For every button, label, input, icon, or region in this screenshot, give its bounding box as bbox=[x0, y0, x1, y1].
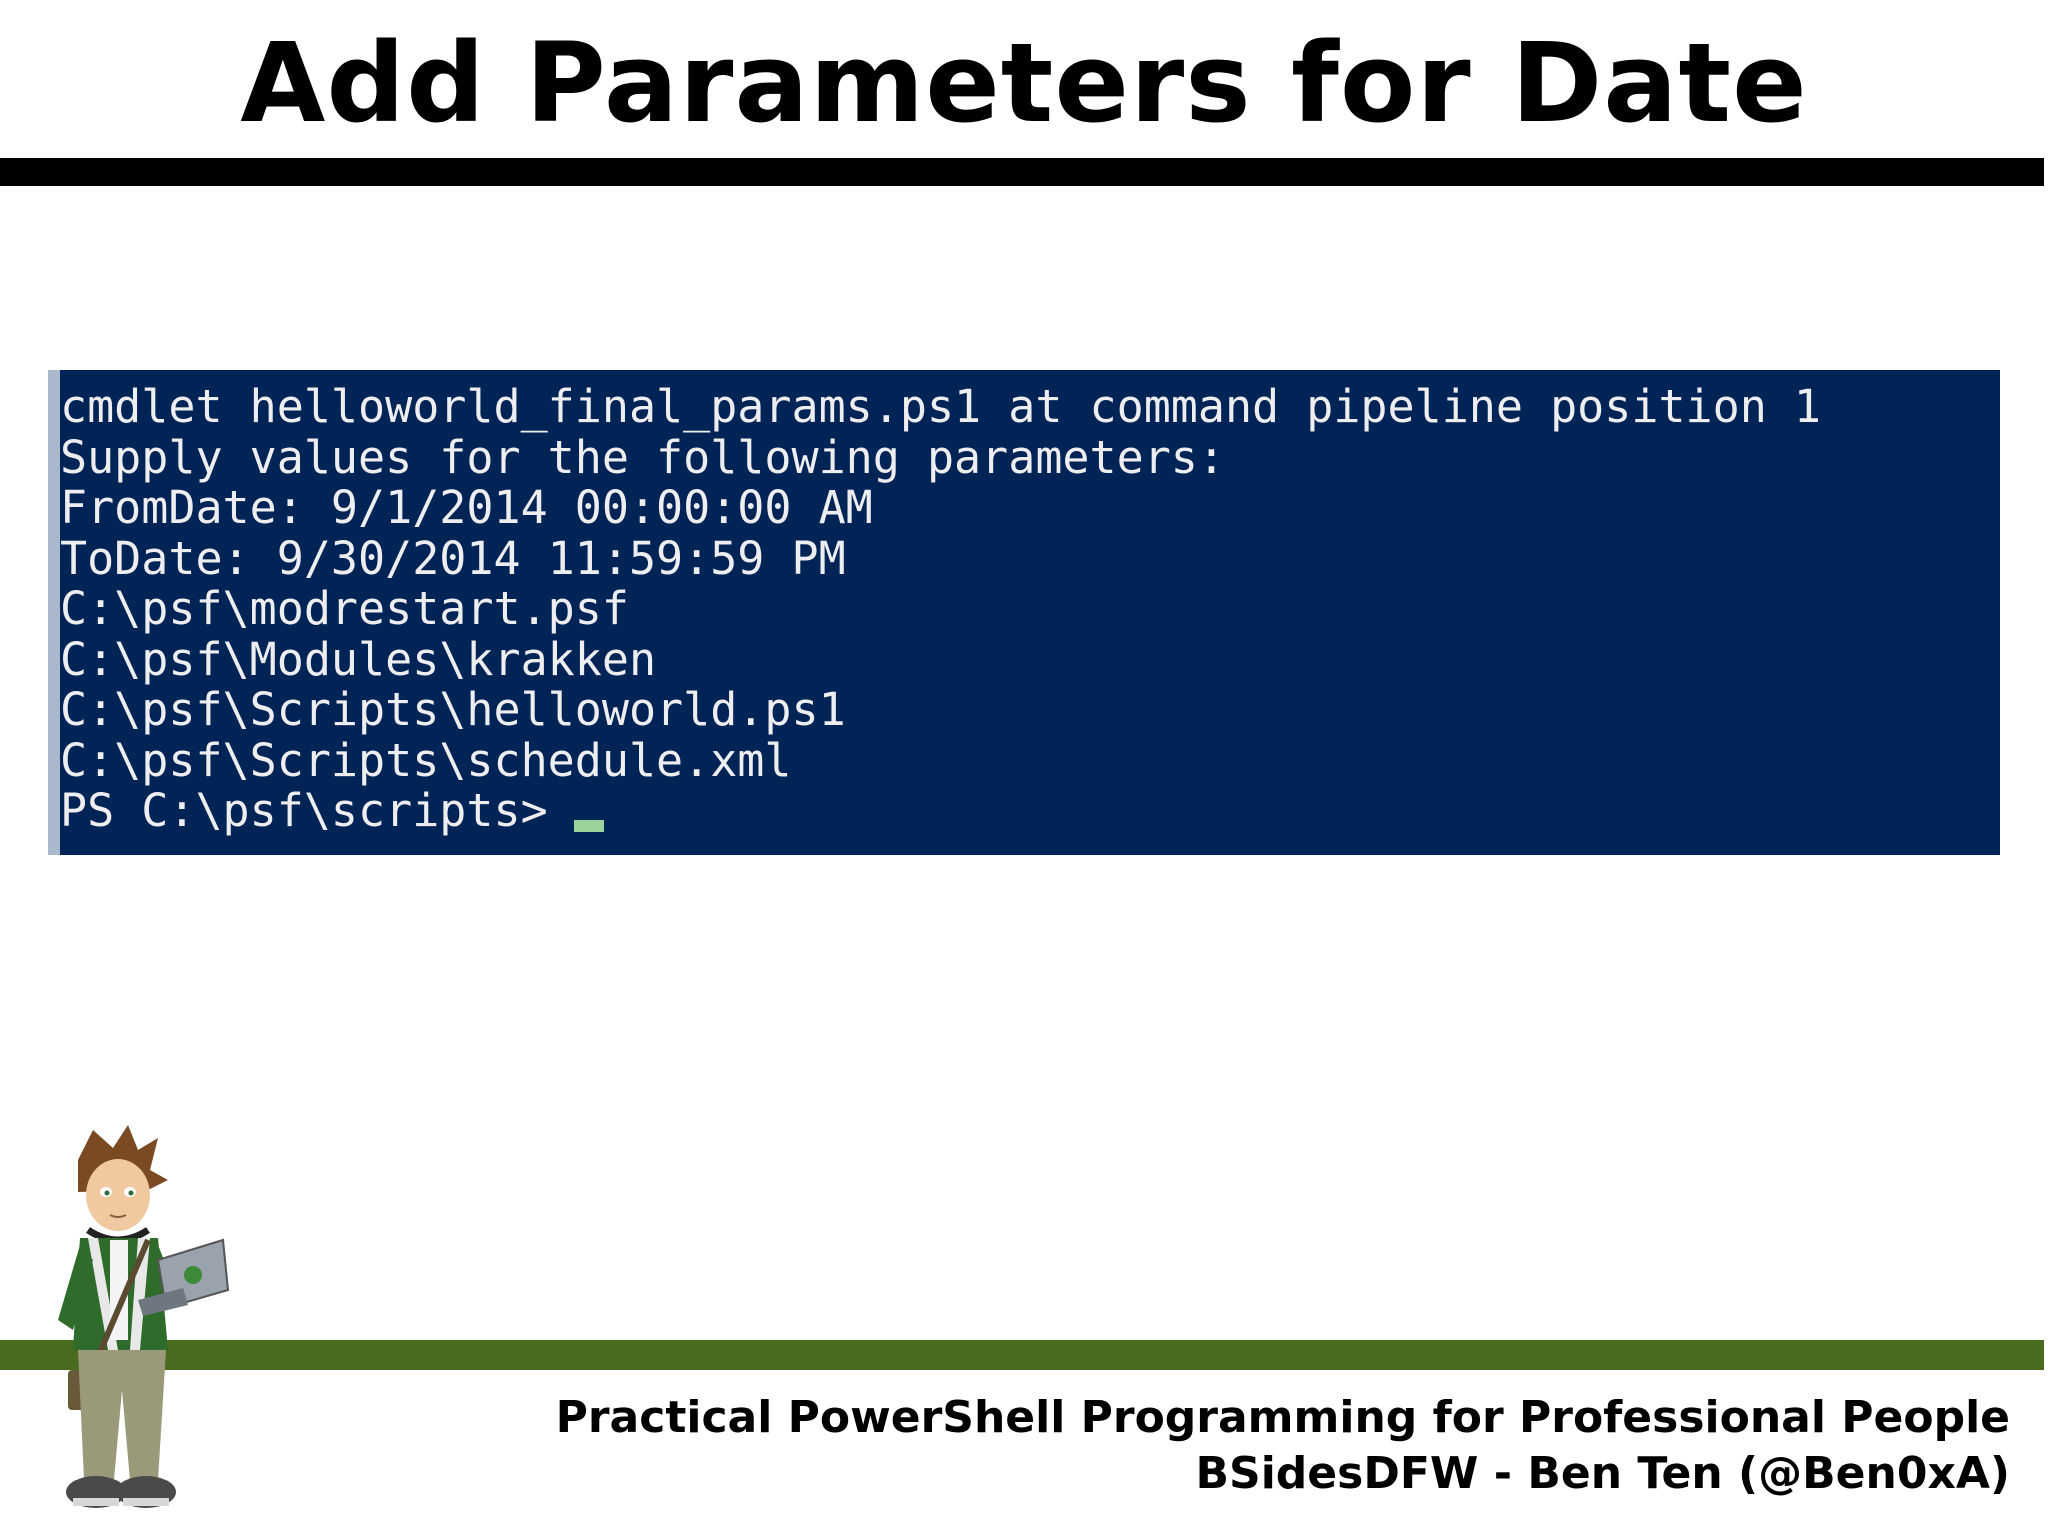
mascot-icon bbox=[58, 1125, 230, 1508]
slide: Add Parameters for Date cmdlet helloworl… bbox=[0, 0, 2048, 1535]
console-prompt-line: PS C:\psf\scripts> bbox=[60, 784, 2000, 837]
powershell-console: cmdlet helloworld_final_params.ps1 at co… bbox=[48, 370, 2000, 855]
console-line: Supply values for the following paramete… bbox=[60, 430, 1225, 484]
slide-footer: Practical PowerShell Programming for Pro… bbox=[556, 1390, 2010, 1502]
console-prompt: PS C:\psf\scripts> bbox=[60, 784, 548, 837]
presenter-credit: BSidesDFW - Ben Ten (@Ben0xA) bbox=[1195, 1448, 2011, 1499]
console-line: C:\psf\Scripts\helloworld.ps1 bbox=[60, 683, 846, 736]
footer-band bbox=[0, 1340, 2044, 1370]
presentation-title: Practical PowerShell Programming for Pro… bbox=[555, 1392, 2010, 1443]
console-line: C:\psf\modrestart.psf bbox=[60, 582, 629, 635]
console-line: C:\psf\Scripts\schedule.xml bbox=[60, 733, 792, 787]
title-divider bbox=[0, 158, 2044, 186]
console-line: ToDate: 9/30/2014 11:59:59 PM bbox=[60, 531, 846, 585]
console-line: cmdlet helloworld_final_params.ps1 at co… bbox=[60, 380, 1821, 433]
slide-title: Add Parameters for Date bbox=[240, 19, 1808, 147]
console-cursor bbox=[573, 820, 604, 832]
console-line: C:\psf\Modules\krakken bbox=[60, 632, 657, 686]
console-line: FromDate: 9/1/2014 00:00:00 AM bbox=[60, 481, 873, 534]
